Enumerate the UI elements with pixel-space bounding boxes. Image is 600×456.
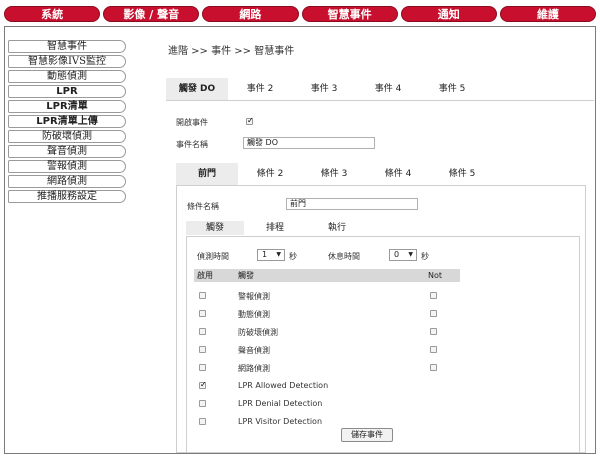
enable-event-checkbox[interactable] (246, 116, 254, 125)
trigger-label: LPR Denial Detection (238, 399, 323, 408)
rest-time-unit: 秒 (421, 252, 429, 261)
tab-condition-4[interactable]: 條件 4 (366, 163, 430, 185)
trigger-enable-checkbox[interactable] (199, 292, 206, 299)
sidebar-item-ivs[interactable]: 智慧影像IVS監控 (8, 55, 126, 68)
condition-tabs: 前門 條件 2 條件 3 條件 4 條件 5 (176, 163, 494, 185)
nav-system[interactable]: 系統 (4, 6, 101, 22)
tab-condition-3[interactable]: 條件 3 (302, 163, 366, 185)
event-tabs-divider (166, 100, 594, 101)
tab-event-4[interactable]: 事件 4 (356, 78, 420, 100)
sidebar-item-motion[interactable]: 動態偵測 (8, 70, 126, 83)
rest-time-label: 休息時間 (328, 252, 360, 261)
sidebar-item-alarm[interactable]: 警報偵測 (8, 160, 126, 173)
tab-condition-5[interactable]: 條件 5 (430, 163, 494, 185)
sidebar-item-lpr[interactable]: LPR (8, 85, 126, 98)
tab-event-2[interactable]: 事件 2 (228, 78, 292, 100)
tab-action[interactable]: 執行 (306, 221, 368, 235)
chevron-down-icon: ▼ (276, 251, 281, 258)
trigger-enable-checkbox[interactable] (199, 328, 206, 335)
detect-time-select[interactable]: 1 ▼ (257, 249, 285, 261)
header-trigger: 觸發 (238, 271, 254, 280)
trigger-enable-checkbox[interactable] (199, 364, 206, 371)
tab-condition-2[interactable]: 條件 2 (238, 163, 302, 185)
enable-event-label: 開啟事件 (176, 118, 208, 127)
header-enable: 啟用 (197, 271, 213, 280)
trigger-enable-checkbox[interactable] (199, 418, 206, 425)
header-not: Not (428, 271, 443, 280)
tab-schedule[interactable]: 排程 (244, 221, 306, 235)
nav-smart-event[interactable]: 智慧事件 (301, 6, 398, 22)
trigger-not-checkbox[interactable] (430, 328, 437, 335)
nav-maintenance[interactable]: 維護 (499, 6, 597, 22)
sub-tabs: 觸發 排程 執行 (186, 221, 368, 235)
detect-time-label: 偵測時間 (197, 252, 229, 261)
trigger-not-checkbox[interactable] (430, 364, 437, 371)
save-event-button[interactable]: 儲存事件 (341, 428, 393, 442)
trigger-enable-checkbox[interactable] (199, 380, 207, 389)
event-name-label: 事件名稱 (176, 140, 208, 149)
event-name-input[interactable]: 觸發 DO (243, 137, 375, 149)
trigger-label: LPR Visitor Detection (238, 417, 323, 426)
condition-name-input[interactable]: 前門 (286, 198, 418, 210)
breadcrumb: 進階 >> 事件 >> 智慧事件 (168, 46, 295, 57)
sidebar-item-lpr-upload[interactable]: LPR清單上傳 (8, 115, 126, 128)
condition-name-label: 條件名稱 (187, 202, 219, 211)
tab-trigger[interactable]: 觸發 (186, 221, 244, 235)
rest-time-select[interactable]: 0 ▼ (389, 249, 417, 261)
trigger-label: 動態偵測 (238, 310, 270, 319)
sidebar-item-smart-event[interactable]: 智慧事件 (8, 40, 126, 53)
sidebar-item-push[interactable]: 推播服務設定 (8, 190, 126, 203)
top-navigation: 系統 影像 / 聲音 網路 智慧事件 通知 維護 (4, 6, 597, 22)
sidebar-item-audio[interactable]: 聲音偵測 (8, 145, 126, 158)
tab-event-1[interactable]: 觸發 DO (166, 78, 228, 100)
event-tabs: 觸發 DO 事件 2 事件 3 事件 4 事件 5 (166, 78, 484, 100)
sidebar: 智慧事件 智慧影像IVS監控 動態偵測 LPR LPR清單 LPR清單上傳 防破… (8, 40, 126, 205)
trigger-enable-checkbox[interactable] (199, 346, 206, 353)
nav-network[interactable]: 網路 (202, 6, 299, 22)
trigger-enable-checkbox[interactable] (199, 310, 206, 317)
nav-notification[interactable]: 通知 (400, 6, 497, 22)
trigger-label: 警報偵測 (238, 292, 270, 301)
nav-video-audio[interactable]: 影像 / 聲音 (103, 6, 200, 22)
sidebar-item-network-detect[interactable]: 網路偵測 (8, 175, 126, 188)
trigger-not-checkbox[interactable] (430, 292, 437, 299)
tab-condition-1[interactable]: 前門 (176, 163, 238, 185)
trigger-not-checkbox[interactable] (430, 310, 437, 317)
trigger-not-checkbox[interactable] (430, 346, 437, 353)
trigger-label: LPR Allowed Detection (238, 381, 329, 390)
sidebar-item-tamper[interactable]: 防破壞偵測 (8, 130, 126, 143)
trigger-label: 聲音偵測 (238, 346, 270, 355)
tab-event-5[interactable]: 事件 5 (420, 78, 484, 100)
trigger-enable-checkbox[interactable] (199, 400, 206, 407)
sidebar-item-lpr-list[interactable]: LPR清單 (8, 100, 126, 113)
chevron-down-icon: ▼ (408, 251, 413, 258)
detect-time-value: 1 (262, 250, 268, 259)
trigger-table-header: 啟用 觸發 Not (194, 269, 460, 282)
rest-time-value: 0 (394, 250, 400, 259)
tab-event-3[interactable]: 事件 3 (292, 78, 356, 100)
detect-time-unit: 秒 (289, 252, 297, 261)
trigger-label: 網路偵測 (238, 364, 270, 373)
trigger-label: 防破壞偵測 (238, 328, 278, 337)
